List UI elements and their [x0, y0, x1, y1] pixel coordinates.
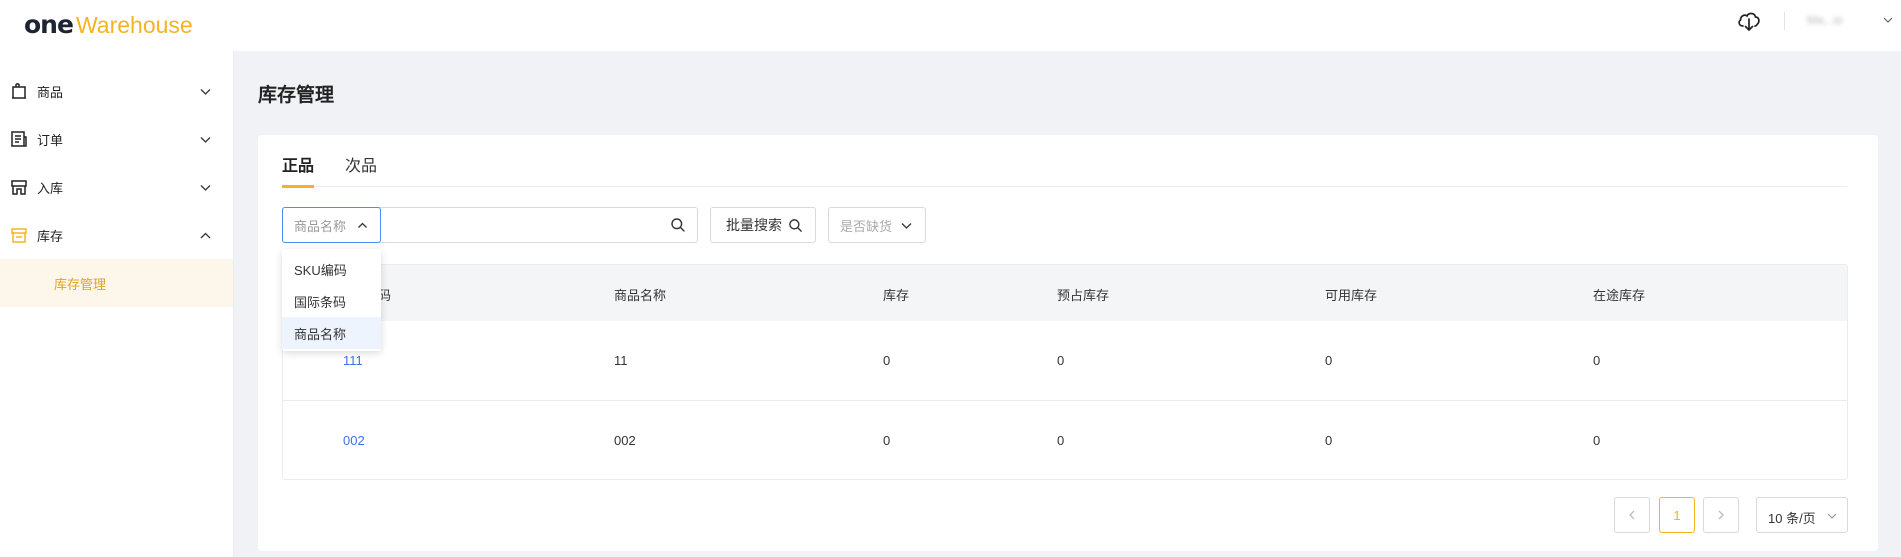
sidebar-item-label: 商品 [37, 84, 64, 100]
sku-link[interactable]: 111 [343, 353, 363, 368]
chevron-up-icon [200, 232, 211, 238]
column-header-available-stock: 可用库存 [1325, 288, 1378, 303]
table-header: 码 商品名称 库存 预占库存 可用库存 在途库存 [283, 265, 1847, 321]
chevron-down-icon [200, 88, 211, 95]
table-cell: 0 [1057, 353, 1065, 368]
tabs-divider [282, 186, 1847, 187]
active-tab-indicator [282, 185, 314, 188]
batch-search-button[interactable]: 批量搜索 [710, 207, 816, 243]
search-icon[interactable] [670, 217, 686, 233]
user-name[interactable]: Ma...ie [1807, 13, 1843, 27]
dropdown-option-label: SKU编码 [294, 262, 347, 278]
search-field-dropdown: SKU编码 国际条码 商品名称 [282, 249, 381, 351]
logo-warehouse: Warehouse [75, 12, 193, 38]
out-of-stock-select[interactable]: 是否缺货 [828, 207, 926, 243]
dropdown-option-label: 商品名称 [294, 326, 347, 342]
logo-one: one [24, 10, 74, 39]
sidebar-item-label: 库存 [37, 228, 64, 244]
sidebar-item-label: 入库 [37, 180, 64, 196]
page-size-select[interactable]: 10 条/页 [1756, 497, 1848, 533]
column-header-stock: 库存 [883, 288, 910, 303]
order-receipt-icon [11, 131, 27, 147]
table-cell: 11 [614, 353, 628, 368]
row-divider [283, 400, 1847, 401]
dropdown-option-sku[interactable]: SKU编码 [282, 253, 381, 285]
inbound-store-icon [11, 180, 27, 195]
sidebar-item-product[interactable]: 商品 [0, 71, 233, 111]
column-header-product-name: 商品名称 [614, 288, 667, 303]
inventory-table: 码 商品名称 库存 预占库存 可用库存 在途库存 111 11 0 0 0 0 … [282, 264, 1848, 480]
table-cell: 0 [1057, 433, 1065, 448]
dropdown-option-product-name[interactable]: 商品名称 [282, 317, 381, 349]
cloud-download-icon[interactable] [1736, 8, 1762, 34]
search-field-select-value: 商品名称 [294, 218, 347, 234]
pagination-next-button[interactable] [1703, 497, 1739, 533]
table-cell: 0 [883, 433, 891, 448]
table-cell: 0 [1325, 433, 1333, 448]
app-logo[interactable]: one Warehouse [24, 10, 193, 40]
dropdown-option-barcode[interactable]: 国际条码 [282, 285, 381, 317]
batch-search-label: 批量搜索 [726, 217, 782, 233]
sku-link[interactable]: 002 [343, 433, 365, 448]
table-cell: 0 [883, 353, 891, 368]
chevron-down-icon[interactable] [1882, 14, 1894, 26]
page-title: 库存管理 [258, 85, 335, 106]
out-of-stock-select-value: 是否缺货 [840, 218, 893, 234]
dropdown-option-label: 国际条码 [294, 294, 347, 310]
pagination-prev-button[interactable] [1614, 497, 1650, 533]
table-cell: 0 [1325, 353, 1333, 368]
column-header-reserved-stock: 预占库存 [1057, 288, 1110, 303]
chevron-down-icon [200, 136, 211, 143]
tab-genuine[interactable]: 正品 [282, 152, 314, 176]
pagination-page-button[interactable]: 1 [1659, 497, 1695, 533]
table-cell: 0 [1593, 353, 1601, 368]
sidebar-item-inventory-management[interactable]: 库存管理 [0, 259, 233, 307]
search-icon [789, 219, 802, 232]
inventory-store-icon [11, 228, 27, 243]
chevron-right-icon [1718, 510, 1724, 520]
chevron-up-icon [358, 222, 367, 228]
chevron-left-icon [1629, 510, 1635, 520]
sidebar-item-inventory[interactable]: 库存 [0, 215, 233, 255]
search-input[interactable] [382, 208, 662, 242]
chevron-down-icon [1827, 513, 1837, 519]
search-field-select[interactable]: 商品名称 [282, 207, 381, 243]
chevron-down-icon [901, 223, 912, 229]
sidebar-item-label: 订单 [37, 132, 64, 148]
page-size-value: 10 条/页 [1768, 511, 1816, 526]
tab-defective[interactable]: 次品 [345, 152, 377, 176]
sidebar-subitem-label: 库存管理 [54, 276, 107, 292]
header-divider [1784, 12, 1785, 30]
table-cell: 002 [614, 433, 636, 448]
chevron-down-icon [200, 184, 211, 191]
top-header: one Warehouse Ma...ie [0, 0, 1901, 51]
sidebar-item-order[interactable]: 订单 [0, 119, 233, 159]
sidebar: 商品 订单 入库 库存 库存管理 [0, 51, 234, 557]
product-bag-icon [12, 83, 26, 99]
table-cell: 0 [1593, 433, 1601, 448]
column-header-in-transit-stock: 在途库存 [1593, 288, 1646, 303]
sidebar-item-inbound[interactable]: 入库 [0, 167, 233, 207]
